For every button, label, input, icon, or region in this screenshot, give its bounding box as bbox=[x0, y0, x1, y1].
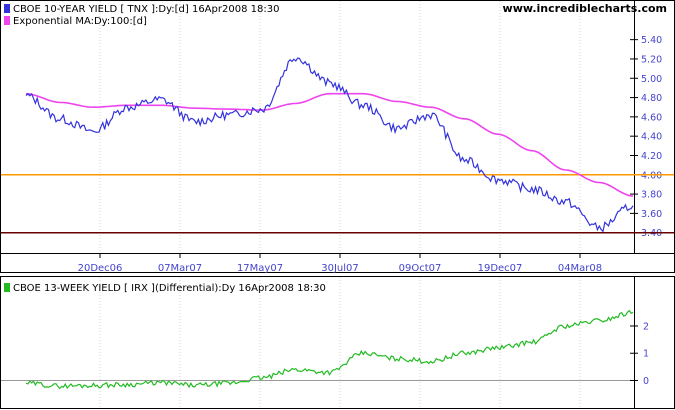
y-tick-label: 4.40 bbox=[641, 132, 662, 143]
x-tick-label: 07Mar07 bbox=[158, 263, 202, 274]
watermark: www.incrediblecharts.com bbox=[503, 2, 667, 15]
y-tick-label: 4.80 bbox=[641, 93, 662, 104]
y-tick-label-lower: 0 bbox=[643, 376, 649, 387]
x-tick-label: 30Jul07 bbox=[321, 263, 359, 274]
y-tick-label-lower: 2 bbox=[643, 321, 649, 332]
legend-ema-label: Exponential MA:Dy:100:[d] bbox=[13, 16, 147, 27]
y-tick-label: 4.60 bbox=[641, 112, 662, 123]
y-tick-label-lower: 1 bbox=[643, 349, 649, 360]
y-tick-label: 5.20 bbox=[641, 54, 662, 65]
lower-panel-frame bbox=[0, 276, 675, 409]
y-tick-label: 5.00 bbox=[641, 74, 662, 85]
legend-ema-swatch bbox=[4, 16, 10, 25]
y-tick-label: 3.80 bbox=[641, 190, 662, 201]
legend-irx-label: CBOE 13-WEEK YIELD [ IRX ](Differential)… bbox=[13, 283, 326, 294]
x-tick-label: 20Dec06 bbox=[78, 263, 123, 274]
chart-root: 20Dec06 07Mar07 17May07 30Jul07 09Oct07 19Dec… bbox=[0, 0, 675, 410]
y-tick-label: 4.00 bbox=[641, 170, 662, 181]
x-tick-label: 17May07 bbox=[237, 263, 283, 274]
legend-irx-swatch bbox=[4, 283, 10, 292]
y-tick-label: 3.60 bbox=[641, 209, 662, 220]
y-tick-label: 4.20 bbox=[641, 151, 662, 162]
chart-canvas: 20Dec06 07Mar07 17May07 30Jul07 09Oct07 19Dec… bbox=[0, 0, 675, 409]
legend-tnx-label: CBOE 10-YEAR YIELD [ TNX ]:Dy:[d] 16Apr2… bbox=[13, 4, 279, 15]
x-tick-label: 04Mar08 bbox=[558, 263, 602, 274]
legend-tnx-swatch bbox=[4, 4, 10, 13]
y-tick-label: 3.40 bbox=[641, 228, 662, 239]
x-tick-label: 09Oct07 bbox=[399, 263, 442, 274]
x-tick-label: 19Dec07 bbox=[478, 263, 523, 274]
upper-panel-frame bbox=[0, 0, 675, 273]
y-tick-label: 5.40 bbox=[641, 35, 662, 46]
